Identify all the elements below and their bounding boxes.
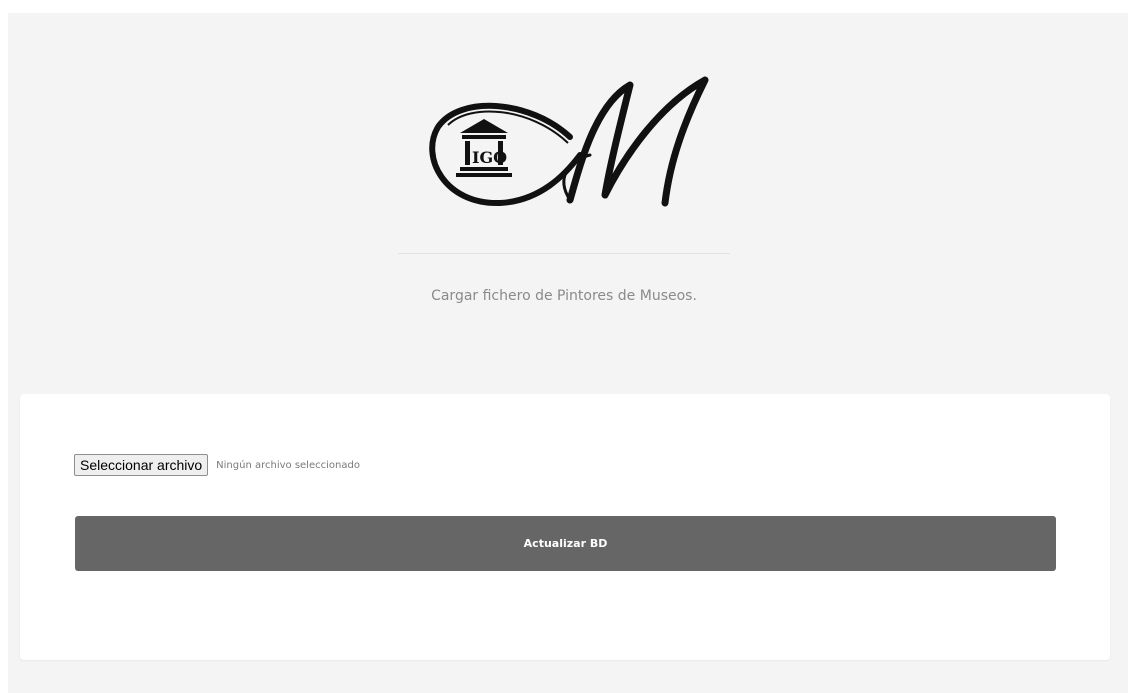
select-file-button[interactable]: Seleccionar archivo: [74, 454, 209, 476]
upload-card: Seleccionar archivo Ningún archivo selec…: [20, 394, 1110, 660]
divider: [398, 253, 730, 254]
page-subtitle: Cargar fichero de Pintores de Museos.: [431, 288, 697, 304]
emblem-text: IGO: [472, 148, 507, 167]
update-db-button[interactable]: Actualizar BD: [75, 516, 1056, 571]
page-panel: IGO Cargar fichero de Pintores de Museos…: [8, 13, 1128, 693]
museum-logo: IGO: [429, 76, 709, 207]
file-status-text: Ningún archivo seleccionado: [216, 459, 360, 471]
file-input[interactable]: Seleccionar archivo Ningún archivo selec…: [74, 454, 360, 476]
